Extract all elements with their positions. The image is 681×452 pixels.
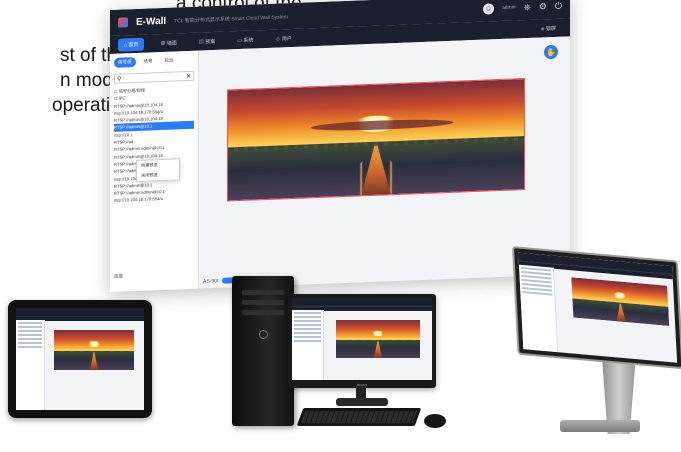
- tab-signal-source[interactable]: 信号源: [114, 57, 136, 68]
- canvas-footer: AS-90t: [203, 276, 235, 284]
- pc-tower: [232, 276, 294, 426]
- monitor-video: [336, 320, 420, 358]
- nav-user[interactable]: ☺ 用户: [269, 31, 298, 45]
- signal-tree: ◻ 信号分组/视频 ◻ IPC RTSP://admin@10.104.18 r…: [110, 83, 198, 207]
- logo-text: E-Wall: [136, 15, 167, 28]
- mouse: [424, 414, 446, 428]
- username[interactable]: admin: [502, 4, 516, 11]
- nav-home[interactable]: ⌂ 首页: [118, 37, 145, 52]
- power-icon[interactable]: ⏻: [555, 0, 562, 11]
- logo-icon: [118, 17, 128, 28]
- context-menu-item-close[interactable]: 关闭预览: [137, 169, 179, 181]
- nav-plan[interactable]: ▤ 预案: [193, 34, 221, 48]
- user-icon[interactable]: ☺: [482, 2, 494, 15]
- settings-icon[interactable]: ⚙: [539, 1, 547, 12]
- kiosk-screen: [512, 246, 681, 370]
- power-button-icon: [259, 330, 268, 339]
- monitor-base: [336, 398, 388, 406]
- keyboard: [296, 408, 422, 426]
- tab-scene[interactable]: 场景: [140, 56, 157, 67]
- search-input[interactable]: ⚲ ✕: [114, 70, 194, 84]
- kiosk-base: [560, 420, 640, 432]
- kiosk-video: [571, 277, 670, 326]
- main-screen: E-Wall TCL 智能分布式显示系统 Smart Cloud Wall Sy…: [110, 0, 570, 292]
- video-window[interactable]: [227, 78, 525, 202]
- desktop-monitor: lenovo: [288, 294, 436, 388]
- lock-screen-button[interactable]: ⎈ 锁屏: [535, 21, 562, 35]
- lock-icon[interactable]: ⎈: [524, 1, 531, 12]
- tablet-video: [54, 330, 134, 370]
- nav-wall[interactable]: ▦ 墙面: [154, 36, 182, 50]
- close-icon[interactable]: ✕: [186, 72, 191, 79]
- system-title: TCL 智能分布式显示系统 Smart Cloud Wall System: [174, 13, 288, 25]
- context-menu: 创建预览 关闭预览: [136, 158, 180, 183]
- search-icon: ⚲: [117, 76, 122, 83]
- hand-icon[interactable]: ✋: [544, 44, 558, 60]
- sidebar-bottom-label[interactable]: 底层: [114, 274, 123, 280]
- sidebar: 信号源 场景 轮巡 ⚲ ✕ ◻ 信号分组/视频 ◻ IPC RTSP://adm…: [110, 50, 199, 292]
- tab-patrol[interactable]: 轮巡: [161, 55, 178, 66]
- tablet-device: [8, 300, 152, 418]
- nav-system[interactable]: ▭ 系统: [231, 33, 259, 47]
